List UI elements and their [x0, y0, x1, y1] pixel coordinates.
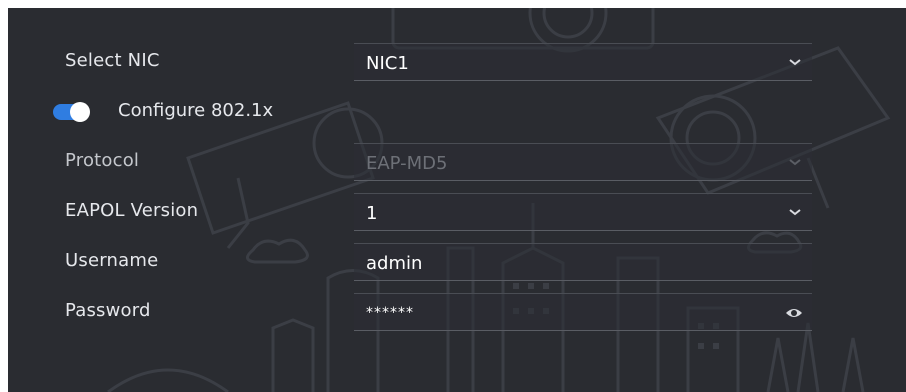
eapol-version-row: EAPOL Version 1 — [8, 190, 906, 234]
select-nic-row: Select NIC NIC1 — [8, 40, 906, 84]
configure-8021x-row: Configure 802.1x — [8, 90, 906, 134]
protocol-value: EAP-MD5 — [366, 153, 448, 174]
password-label: Password — [65, 300, 151, 321]
eapol-version-dropdown[interactable]: 1 — [354, 193, 812, 231]
chevron-down-icon — [789, 59, 801, 66]
configure-8021x-label: Configure 802.1x — [118, 100, 274, 121]
password-input[interactable]: ****** — [354, 293, 812, 331]
password-value: ****** — [366, 305, 414, 321]
username-value: admin — [366, 253, 423, 274]
chevron-down-icon — [789, 159, 801, 166]
protocol-row: Protocol EAP-MD5 — [8, 140, 906, 184]
username-row: Username admin — [8, 240, 906, 284]
chevron-down-icon — [789, 209, 801, 216]
network-8021x-panel: Select NIC NIC1 Configure 802.1x Protoco… — [8, 8, 906, 392]
eapol-version-label: EAPOL Version — [65, 200, 199, 221]
dialog-frame: Select NIC NIC1 Configure 802.1x Protoco… — [0, 0, 906, 392]
username-label: Username — [65, 250, 159, 271]
username-input[interactable]: admin — [354, 243, 812, 281]
password-row: Password ****** — [8, 290, 906, 334]
protocol-label: Protocol — [65, 150, 140, 171]
eye-icon[interactable] — [785, 306, 803, 320]
toggle-knob — [70, 102, 90, 122]
configure-8021x-toggle[interactable] — [53, 102, 90, 122]
select-nic-dropdown[interactable]: NIC1 — [354, 43, 812, 81]
select-nic-value: NIC1 — [366, 53, 409, 74]
eapol-version-value: 1 — [366, 203, 378, 224]
select-nic-label: Select NIC — [65, 50, 160, 71]
protocol-dropdown: EAP-MD5 — [354, 143, 812, 181]
